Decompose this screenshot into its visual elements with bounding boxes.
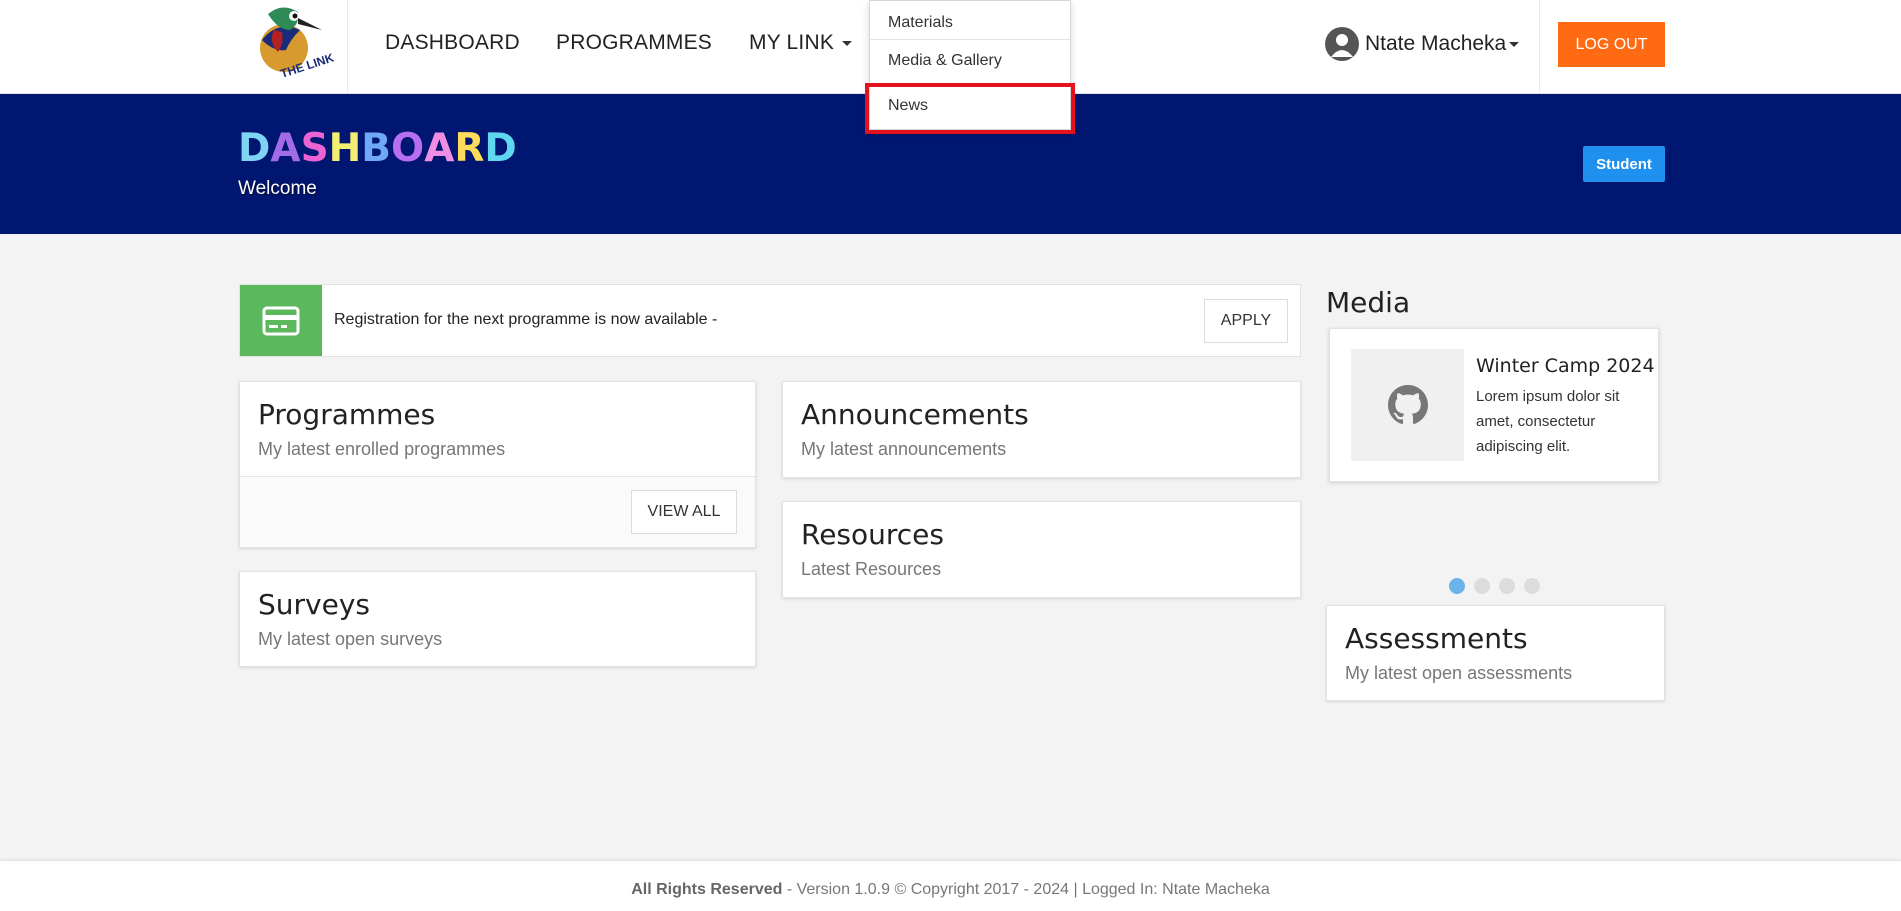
footer-version: - Version 1.0.9 © Copyright 2017 - 2024 … [782, 881, 1270, 898]
programmes-title: Programmes [258, 398, 436, 431]
my-link-dropdown: Materials Media & Gallery News [869, 0, 1071, 130]
github-icon [1351, 349, 1464, 461]
footer-rights: All Rights Reserved [631, 881, 783, 898]
chevron-down-icon [1509, 41, 1520, 47]
footer-text: All Rights Reserved - Version 1.0.9 © Co… [0, 881, 1901, 899]
carousel-dot-3[interactable] [1499, 578, 1515, 594]
page-title-letter: A [270, 126, 301, 171]
page-title-letter: O [391, 126, 425, 171]
apply-button[interactable]: APPLY [1204, 299, 1288, 343]
surveys-title: Surveys [258, 588, 370, 621]
page-title-letter: S [300, 126, 329, 171]
dropdown-item-news[interactable]: News [870, 84, 1070, 128]
page-footer: All Rights Reserved - Version 1.0.9 © Co… [0, 860, 1901, 911]
registration-alert: Registration for the next programme is n… [239, 284, 1301, 357]
registration-alert-text: Registration for the next programme is n… [334, 311, 718, 328]
media-item-title: Winter Camp 2024 [1476, 355, 1655, 377]
nav-programmes[interactable]: PROGRAMMES [556, 31, 712, 55]
chevron-down-icon [842, 40, 853, 46]
assessments-subtitle: My latest open assessments [1345, 663, 1573, 683]
welcome-text: Welcome [238, 178, 317, 199]
announcements-card: Announcements My latest announcements [782, 381, 1301, 478]
view-all-button[interactable]: VIEW ALL [631, 490, 737, 534]
surveys-subtitle: My latest open surveys [258, 629, 443, 649]
carousel-dot-1[interactable] [1449, 578, 1465, 594]
student-role-button[interactable]: Student [1583, 146, 1665, 182]
carousel-dot-4[interactable] [1524, 578, 1540, 594]
announcements-subtitle: My latest announcements [801, 439, 1007, 459]
media-item-card[interactable]: Winter Camp 2024 Lorem ipsum dolor sit a… [1329, 328, 1659, 482]
user-name: Ntate Macheka [1365, 32, 1507, 55]
page-title-letter: D [484, 126, 517, 171]
page-title-letter: A [424, 126, 455, 171]
page-title-letter: D [238, 126, 271, 171]
assessments-card: Assessments My latest open assessments [1326, 605, 1665, 701]
page-title-letter: R [454, 126, 485, 171]
programmes-card-footer: VIEW ALL [240, 476, 755, 547]
logout-button[interactable]: LOG OUT [1558, 22, 1665, 67]
media-heading: Media [1326, 286, 1411, 319]
resources-card: Resources Latest Resources [782, 501, 1301, 598]
announcements-title: Announcements [801, 398, 1029, 431]
logo-bird-icon: THE LINK [260, 7, 336, 81]
site-logo[interactable]: THE LINK [238, 0, 348, 94]
resources-subtitle: Latest Resources [801, 559, 942, 579]
carousel-indicators [1449, 578, 1540, 594]
page-title: DASHBOARD [238, 126, 517, 171]
resources-title: Resources [801, 518, 944, 551]
nav-divider [1539, 0, 1540, 94]
page-title-letter: B [361, 126, 392, 171]
surveys-card: Surveys My latest open surveys [239, 571, 756, 667]
page-title-letter: H [328, 126, 362, 171]
avatar-icon [1325, 27, 1359, 61]
credit-card-icon [240, 285, 322, 356]
carousel-dot-2[interactable] [1474, 578, 1490, 594]
nav-dashboard[interactable]: DASHBOARD [385, 31, 520, 55]
dropdown-item-media-gallery[interactable]: Media & Gallery [870, 39, 1070, 83]
programmes-subtitle: My latest enrolled programmes [258, 439, 506, 459]
media-item-description: Lorem ipsum dolor sit amet, consectetur … [1476, 388, 1620, 455]
user-menu[interactable]: Ntate Macheka [1325, 27, 1520, 61]
nav-my-link-label: MY LINK [749, 31, 835, 54]
assessments-title: Assessments [1345, 622, 1528, 655]
nav-my-link[interactable]: MY LINK [749, 31, 853, 55]
programmes-card: Programmes My latest enrolled programmes… [239, 381, 756, 548]
